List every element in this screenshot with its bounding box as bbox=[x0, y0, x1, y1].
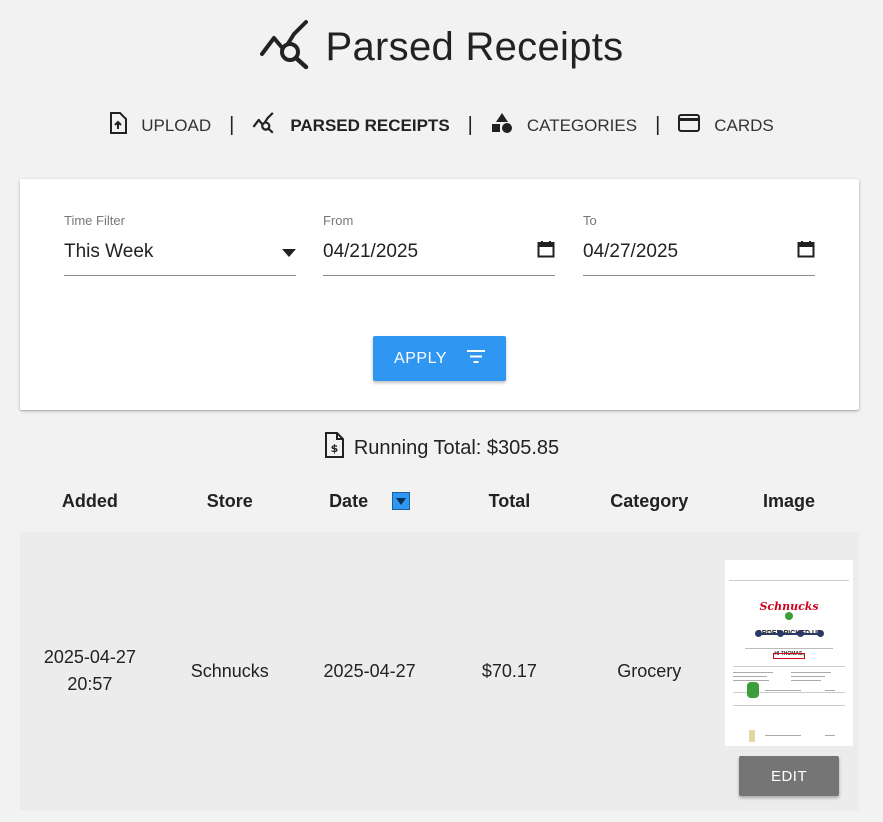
to-date-field: To 04/27/2025 bbox=[583, 213, 815, 276]
filter-panel: Time Filter This Week From 04/21/2025 To bbox=[20, 179, 859, 410]
cell-date: 2025-04-27 bbox=[323, 660, 416, 681]
nav-item-cards[interactable]: CARDS bbox=[666, 114, 786, 137]
running-total-text: Running Total: $305.85 bbox=[353, 436, 560, 459]
nav-label: UPLOAD bbox=[141, 115, 212, 135]
page-title: Parsed Receipts bbox=[325, 25, 624, 69]
time-filter-label: Time Filter bbox=[64, 213, 125, 228]
page-header: Parsed Receipts bbox=[0, 20, 883, 75]
nav-label: PARSED RECEIPTS bbox=[290, 115, 450, 135]
to-date-value: 04/27/2025 bbox=[583, 240, 679, 262]
to-date-input[interactable]: 04/27/2025 bbox=[583, 240, 815, 276]
column-header-store[interactable]: Store bbox=[160, 491, 300, 512]
upload-file-icon bbox=[109, 112, 128, 139]
calendar-icon[interactable] bbox=[537, 240, 555, 264]
analytics-search-icon bbox=[259, 20, 312, 75]
cell-category: Grocery bbox=[617, 660, 682, 681]
nav-item-categories[interactable]: CATEGORIES bbox=[479, 112, 649, 139]
time-filter-field: Time Filter This Week bbox=[64, 213, 296, 276]
table-row: 2025-04-27 20:57 Schnucks 2025-04-27 $70… bbox=[20, 532, 859, 810]
svg-text:$: $ bbox=[330, 442, 338, 455]
nav-item-parsed-receipts[interactable]: PARSED RECEIPTS bbox=[240, 112, 461, 139]
receipts-table: Added Store Date Total Category Image 20… bbox=[20, 486, 859, 810]
from-date-field: From 04/21/2025 bbox=[323, 213, 555, 276]
time-filter-value: This Week bbox=[64, 240, 154, 262]
column-header-date[interactable]: Date bbox=[300, 491, 440, 512]
nav-separator: | bbox=[467, 114, 473, 136]
apply-button[interactable]: APPLY bbox=[373, 336, 506, 381]
calendar-icon[interactable] bbox=[797, 240, 815, 264]
from-date-value: 04/21/2025 bbox=[323, 240, 419, 262]
top-nav: UPLOAD | PARSED RECEIPTS | CATEGORIES | bbox=[0, 112, 883, 139]
from-date-input[interactable]: 04/21/2025 bbox=[323, 240, 555, 276]
edit-button[interactable]: EDIT bbox=[739, 756, 840, 796]
nav-separator: | bbox=[229, 114, 235, 136]
cell-image: Schnucks ORDER PICKED UP HI THOMAS, bbox=[719, 546, 859, 796]
column-header-added[interactable]: Added bbox=[20, 491, 160, 512]
nav-separator: | bbox=[655, 114, 661, 136]
category-shapes-icon bbox=[491, 112, 513, 139]
filter-icon bbox=[466, 349, 485, 368]
credit-card-icon bbox=[678, 114, 701, 137]
column-header-category[interactable]: Category bbox=[579, 491, 719, 512]
time-filter-select[interactable]: This Week bbox=[64, 240, 296, 276]
nav-label: CARDS bbox=[714, 115, 774, 135]
nav-item-upload[interactable]: UPLOAD bbox=[97, 112, 223, 139]
cell-added: 2025-04-27 20:57 bbox=[43, 647, 136, 694]
cell-store: Schnucks bbox=[190, 660, 269, 681]
running-total: $ Running Total: $305.85 bbox=[0, 432, 883, 464]
receipt-thumbnail[interactable]: Schnucks ORDER PICKED UP HI THOMAS, bbox=[725, 560, 854, 746]
table-header: Added Store Date Total Category Image bbox=[20, 486, 859, 516]
from-label: From bbox=[323, 213, 354, 228]
cell-total: $70.17 bbox=[481, 660, 537, 681]
column-header-total[interactable]: Total bbox=[439, 491, 579, 512]
apply-label: APPLY bbox=[394, 349, 447, 367]
to-label: To bbox=[583, 213, 597, 228]
analytics-search-icon bbox=[252, 112, 276, 139]
nav-label: CATEGORIES bbox=[526, 115, 638, 135]
dropdown-arrow-icon bbox=[282, 241, 296, 263]
column-header-image: Image bbox=[763, 490, 816, 511]
invoice-dollar-icon: $ bbox=[324, 432, 344, 464]
sort-desc-icon[interactable] bbox=[392, 492, 411, 510]
